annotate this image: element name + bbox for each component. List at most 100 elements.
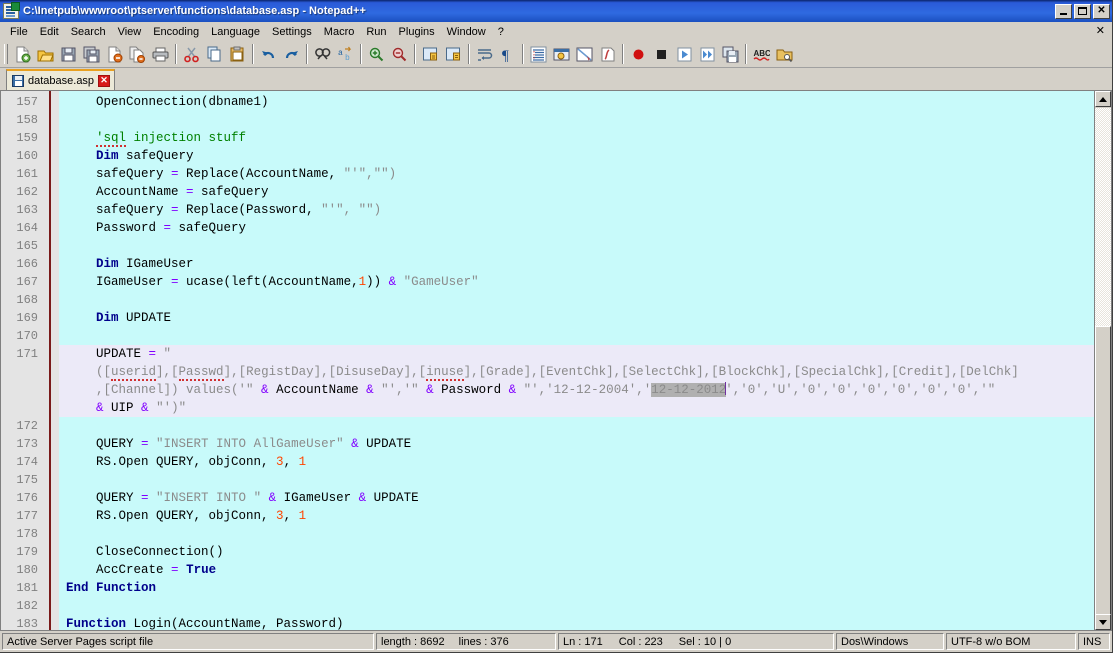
line-number: 183 [16, 617, 38, 631]
open-file-icon[interactable] [34, 43, 57, 65]
code-line[interactable]: RS.Open QUERY, objConn, 3, 1 [59, 453, 1111, 471]
code-text-area[interactable]: OpenConnection(dbname1) 'sql injection s… [59, 91, 1111, 630]
code-line[interactable]: UPDATE = " [59, 345, 1111, 363]
code-line[interactable]: ,[Channel]) values('" & AccountName & "'… [59, 381, 1111, 399]
spell-check-icon[interactable]: ABC [750, 43, 773, 65]
code-line[interactable]: QUERY = "INSERT INTO AllGameUser" & UPDA… [59, 435, 1111, 453]
code-token: & [141, 401, 149, 415]
tab-bar: database.asp ✕ [0, 68, 1112, 91]
menu-search[interactable]: Search [65, 24, 112, 40]
replace-icon[interactable]: ab [334, 43, 357, 65]
new-file-icon[interactable] [11, 43, 34, 65]
line-number: 166 [16, 257, 38, 271]
run-macro-multi-icon[interactable] [696, 43, 719, 65]
zoom-out-icon[interactable] [388, 43, 411, 65]
close-button[interactable]: ✕ [1093, 3, 1110, 19]
menu-view[interactable]: View [112, 24, 148, 40]
menu-edit[interactable]: Edit [34, 24, 65, 40]
code-line[interactable]: safeQuery = Replace(AccountName, "'","") [59, 165, 1111, 183]
save-macro-icon[interactable] [719, 43, 742, 65]
code-line[interactable]: Function Login(AccountName, Password) [59, 615, 1111, 630]
code-line[interactable] [59, 525, 1111, 543]
vertical-scrollbar[interactable] [1094, 91, 1111, 630]
code-token: ,[Channel]) values('" [66, 383, 262, 397]
show-all-chars-icon[interactable]: ¶ [496, 43, 519, 65]
doc-map-icon[interactable] [573, 43, 596, 65]
code-line[interactable] [59, 417, 1111, 435]
copy-icon[interactable] [203, 43, 226, 65]
menu-macro[interactable]: Macro [318, 24, 361, 40]
fold-margin[interactable] [45, 91, 59, 630]
line-number: 157 [16, 95, 38, 109]
find-icon[interactable] [311, 43, 334, 65]
menu-encoding[interactable]: Encoding [147, 24, 205, 40]
code-line[interactable]: CloseConnection() [59, 543, 1111, 561]
code-line[interactable]: IGameUser = ucase(left(AccountName,1)) &… [59, 273, 1111, 291]
code-line[interactable]: Dim IGameUser [59, 255, 1111, 273]
document-close-icon[interactable]: ✕ [1096, 24, 1105, 37]
code-line[interactable]: RS.Open QUERY, objConn, 3, 1 [59, 507, 1111, 525]
menu-file[interactable]: File [4, 24, 34, 40]
code-line[interactable]: OpenConnection(dbname1) [59, 93, 1111, 111]
tab-database-asp[interactable]: database.asp ✕ [6, 69, 116, 90]
status-insert-mode[interactable]: INS [1078, 633, 1110, 650]
paste-icon[interactable] [226, 43, 249, 65]
cut-icon[interactable] [180, 43, 203, 65]
code-line[interactable] [59, 327, 1111, 345]
stop-macro-icon[interactable] [650, 43, 673, 65]
code-line[interactable]: AccCreate = True [59, 561, 1111, 579]
function-list-icon[interactable] [596, 43, 619, 65]
scroll-up-icon[interactable] [1095, 91, 1111, 107]
save-icon[interactable] [57, 43, 80, 65]
maximize-button[interactable] [1074, 3, 1091, 19]
status-eol-format[interactable]: Dos\Windows [836, 633, 944, 650]
code-line[interactable]: 'sql injection stuff [59, 129, 1111, 147]
menu-run[interactable]: Run [360, 24, 392, 40]
tab-close-icon[interactable]: ✕ [98, 74, 111, 87]
play-macro-icon[interactable] [673, 43, 696, 65]
status-encoding[interactable]: UTF-8 w/o BOM [946, 633, 1076, 650]
run-icon[interactable] [773, 43, 796, 65]
scrollbar-thumb[interactable] [1095, 326, 1111, 616]
code-line[interactable]: Password = safeQuery [59, 219, 1111, 237]
menu-settings[interactable]: Settings [266, 24, 318, 40]
word-wrap-icon[interactable] [473, 43, 496, 65]
undo-icon[interactable] [257, 43, 280, 65]
close-all-icon[interactable] [126, 43, 149, 65]
code-line[interactable] [59, 111, 1111, 129]
menu-help[interactable]: ? [492, 24, 510, 40]
code-line[interactable]: QUERY = "INSERT INTO " & IGameUser & UPD… [59, 489, 1111, 507]
scroll-down-icon[interactable] [1095, 614, 1111, 630]
code-line[interactable] [59, 597, 1111, 615]
code-line[interactable]: AccountName = safeQuery [59, 183, 1111, 201]
toolbar-grip[interactable] [4, 44, 8, 64]
sync-horizontal-icon[interactable] [442, 43, 465, 65]
code-line[interactable]: ([userid],[Passwd],[RegistDay],[DisuseDa… [59, 363, 1111, 381]
menu-window[interactable]: Window [441, 24, 492, 40]
menu-plugins[interactable]: Plugins [393, 24, 441, 40]
user-defined-dlg-icon[interactable] [550, 43, 573, 65]
print-icon[interactable] [149, 43, 172, 65]
code-line[interactable] [59, 291, 1111, 309]
record-macro-icon[interactable] [627, 43, 650, 65]
save-all-icon[interactable] [80, 43, 103, 65]
redo-icon[interactable] [280, 43, 303, 65]
code-line[interactable]: safeQuery = Replace(Password, "'", "") [59, 201, 1111, 219]
code-line[interactable] [59, 471, 1111, 489]
code-line[interactable]: Dim UPDATE [59, 309, 1111, 327]
close-file-icon[interactable] [103, 43, 126, 65]
code-token: "'", "") [321, 203, 382, 217]
code-token: End Function [66, 581, 157, 595]
code-line[interactable] [59, 237, 1111, 255]
zoom-in-icon[interactable] [365, 43, 388, 65]
code-line[interactable]: & UIP & "')" [59, 399, 1111, 417]
indent-guide-icon[interactable] [527, 43, 550, 65]
sync-vertical-icon[interactable] [419, 43, 442, 65]
menu-language[interactable]: Language [205, 24, 266, 40]
code-token: Replace(Password, [178, 203, 322, 217]
code-token: ],[ [156, 365, 179, 379]
code-line[interactable]: Dim safeQuery [59, 147, 1111, 165]
minimize-button[interactable] [1055, 3, 1072, 19]
code-line[interactable]: End Function [59, 579, 1111, 597]
